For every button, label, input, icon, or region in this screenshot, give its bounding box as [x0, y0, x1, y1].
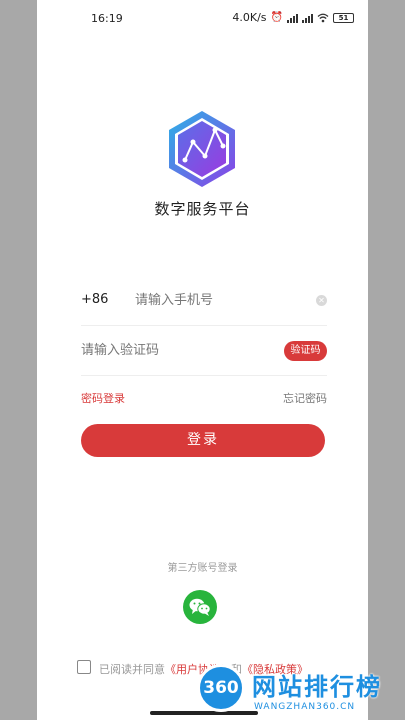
phone-row: +86 ✕	[81, 276, 327, 326]
watermark-title: 网站排行榜	[252, 673, 382, 701]
wechat-icon	[189, 598, 211, 616]
login-button[interactable]: 登录	[81, 424, 325, 457]
get-code-button[interactable]: 验证码	[284, 341, 327, 361]
signal-icon-2	[302, 13, 313, 23]
status-indicators: 4.0K/s ⏰ 51	[232, 11, 354, 24]
watermark-logo: 360 网站排行榜 WANGZHAN360.CN	[190, 660, 405, 720]
wechat-login-button[interactable]	[183, 590, 217, 624]
agreement-prefix: 已阅读并同意	[99, 663, 165, 676]
battery-icon: 51	[333, 12, 354, 23]
net-speed: 4.0K/s	[232, 11, 267, 24]
signal-icon	[287, 13, 298, 23]
password-login-link[interactable]: 密码登录	[81, 390, 125, 406]
clear-icon[interactable]: ✕	[316, 295, 327, 306]
alarm-icon: ⏰	[270, 12, 283, 23]
agree-checkbox[interactable]	[77, 660, 91, 674]
code-row: 验证码	[81, 326, 327, 376]
country-code[interactable]: +86	[81, 292, 108, 307]
hexagon-chart-logo-icon	[169, 111, 235, 187]
login-screen: 16:19 4.0K/s ⏰ 51 数字服务平台 +86 请输入手机号 ✕ 请输…	[37, 0, 368, 720]
wifi-icon	[317, 13, 329, 22]
app-title: 数字服务平台	[154, 200, 251, 218]
third-party-label: 第三方账号登录	[167, 563, 238, 574]
status-time: 16:19	[91, 12, 123, 25]
watermark-subtitle: WANGZHAN360.CN	[254, 702, 356, 712]
verification-code-input[interactable]	[81, 338, 261, 362]
forgot-password-link[interactable]: 忘记密码	[283, 390, 327, 406]
watermark-badge: 360	[197, 664, 245, 712]
phone-input[interactable]	[135, 288, 305, 312]
status-bar: 16:19 4.0K/s ⏰ 51	[37, 0, 368, 36]
